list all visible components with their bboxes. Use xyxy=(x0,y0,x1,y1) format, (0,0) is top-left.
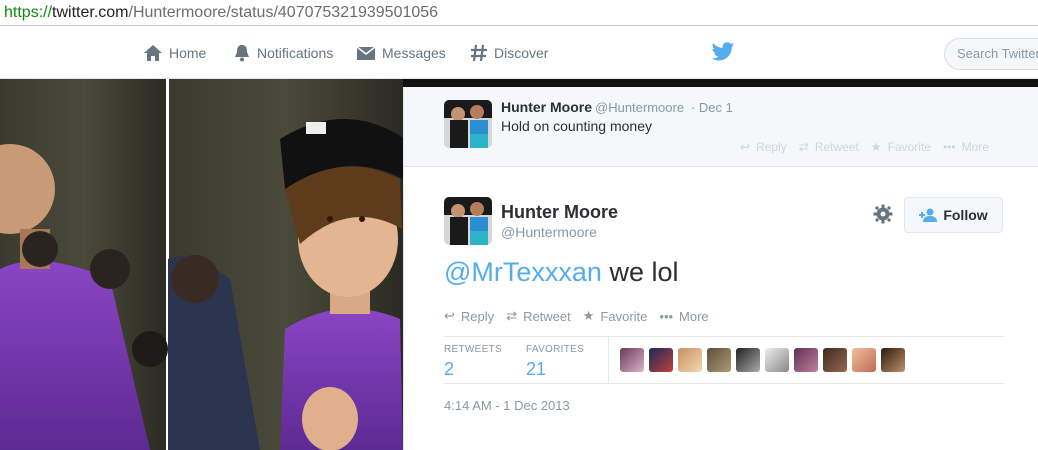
favorites-label: FAVORITES xyxy=(526,344,585,355)
tweet-permalink-panel: Hunter Moore @Huntermoore · Dec 1 Hold on… xyxy=(403,87,1038,450)
retweet-label: Retweet xyxy=(523,308,571,324)
parent-tweet-actions: ↩ Reply ⇄ Retweet ★ Favorite ••• More xyxy=(740,140,1001,154)
hashtag-icon xyxy=(471,44,487,62)
follow-button[interactable]: Follow xyxy=(904,197,1003,233)
parent-tweet[interactable]: Hunter Moore @Huntermoore · Dec 1 Hold on… xyxy=(404,87,1038,167)
envelope-icon xyxy=(356,46,376,60)
favoriter-avatar[interactable] xyxy=(881,348,905,372)
tweet-author-name[interactable]: Hunter Moore xyxy=(501,202,618,223)
nav-messages-label: Messages xyxy=(382,45,446,61)
follow-label: Follow xyxy=(943,207,988,223)
nav-messages[interactable]: Messages xyxy=(356,27,446,79)
search-input[interactable]: Search Twitter xyxy=(944,38,1038,70)
tweet-author-handle[interactable]: @Huntermoore xyxy=(501,224,597,240)
parent-tweet-text: Hold on counting money xyxy=(501,118,652,134)
parent-retweet-label: Retweet xyxy=(814,140,859,154)
parent-tweet-header: Hunter Moore @Huntermoore · Dec 1 xyxy=(501,99,733,115)
tweet-timestamp[interactable]: 4:14 AM - 1 Dec 2013 xyxy=(444,398,570,413)
favorites-count: 21 xyxy=(526,359,547,379)
gear-icon[interactable] xyxy=(873,204,893,224)
bell-icon xyxy=(235,45,249,62)
tweet-body: we lol xyxy=(601,257,679,287)
url-path: /Huntermoore/status/407075321939501056 xyxy=(128,4,439,21)
mention-link[interactable]: @MrTexxxan xyxy=(444,257,602,287)
url-scheme: https:// xyxy=(4,4,53,21)
more-button[interactable]: ••• More xyxy=(659,308,708,324)
favoriter-avatar[interactable] xyxy=(736,348,760,372)
nav-notifications[interactable]: Notifications xyxy=(233,27,333,79)
nav-notifications-label: Notifications xyxy=(257,45,334,61)
parent-favorite-label: Favorite xyxy=(887,140,931,154)
nav-discover[interactable]: Discover xyxy=(470,27,548,79)
reply-icon: ↩ xyxy=(444,308,455,323)
parent-reply-label: Reply xyxy=(756,140,787,154)
url-host: twitter.com xyxy=(52,4,129,21)
tweet-stats: RETWEETS 2 FAVORITES 21 xyxy=(444,336,1004,384)
retweets-count: 2 xyxy=(444,359,455,379)
stats-divider xyxy=(608,337,609,383)
retweet-button[interactable]: ⇄ Retweet xyxy=(506,308,571,324)
home-icon xyxy=(144,45,162,61)
reply-button[interactable]: ↩ Reply xyxy=(444,308,494,324)
parent-more-label: More xyxy=(961,140,989,154)
parent-more-action[interactable]: ••• More xyxy=(943,140,989,154)
more-label: More xyxy=(679,308,709,324)
retweet-icon: ⇄ xyxy=(506,308,518,323)
more-dots-icon: ••• xyxy=(942,140,956,154)
reply-label: Reply xyxy=(460,308,495,324)
add-user-icon xyxy=(919,208,938,222)
star-icon: ★ xyxy=(870,140,882,154)
nav-discover-label: Discover xyxy=(494,45,549,61)
favoriter-avatar[interactable] xyxy=(765,348,789,372)
favoriter-avatar[interactable] xyxy=(852,348,876,372)
favorite-label: Favorite xyxy=(600,308,648,324)
parent-favorite-action[interactable]: ★ Favorite xyxy=(871,140,931,154)
parent-reply-action[interactable]: ↩ Reply xyxy=(740,140,787,154)
favoriter-avatar[interactable] xyxy=(620,348,644,372)
parent-retweet-action[interactable]: ⇄ Retweet xyxy=(799,140,859,154)
favoriter-avatar[interactable] xyxy=(678,348,702,372)
tweet-actions: ↩ Reply ⇄ Retweet ★ Favorite ••• More xyxy=(444,308,721,324)
favorite-button[interactable]: ★ Favorite xyxy=(583,308,648,324)
star-icon: ★ xyxy=(582,308,595,323)
retweet-icon: ⇄ xyxy=(798,140,809,154)
favoriter-avatar[interactable] xyxy=(794,348,818,372)
reply-icon: ↩ xyxy=(740,140,751,154)
favoriter-avatar[interactable] xyxy=(649,348,673,372)
tweet-text: @MrTexxxan we lol xyxy=(444,257,678,288)
parent-tweet-date[interactable]: · Dec 1 xyxy=(691,100,733,115)
nav-home-label: Home xyxy=(169,45,207,61)
twitter-bird-icon[interactable] xyxy=(711,42,735,62)
favoriters-avatars xyxy=(620,348,905,372)
more-dots-icon: ••• xyxy=(659,308,674,324)
parent-tweet-handle[interactable]: @Huntermoore xyxy=(595,100,684,115)
parent-tweet-avatar[interactable] xyxy=(444,100,492,148)
address-bar[interactable]: https://twitter.com/Huntermoore/status/4… xyxy=(0,0,1038,26)
favoriter-avatar[interactable] xyxy=(707,348,731,372)
retweets-label: RETWEETS xyxy=(444,344,502,355)
retweets-stat[interactable]: RETWEETS 2 xyxy=(444,344,502,380)
nav-home[interactable]: Home xyxy=(143,27,206,79)
favoriter-avatar[interactable] xyxy=(823,348,847,372)
tweet-author-avatar[interactable] xyxy=(444,197,492,245)
parent-tweet-name[interactable]: Hunter Moore xyxy=(501,99,592,115)
favorites-stat[interactable]: FAVORITES 21 xyxy=(526,344,584,380)
top-navigation: Home Notifications Messages Discover Sea… xyxy=(0,27,1038,79)
